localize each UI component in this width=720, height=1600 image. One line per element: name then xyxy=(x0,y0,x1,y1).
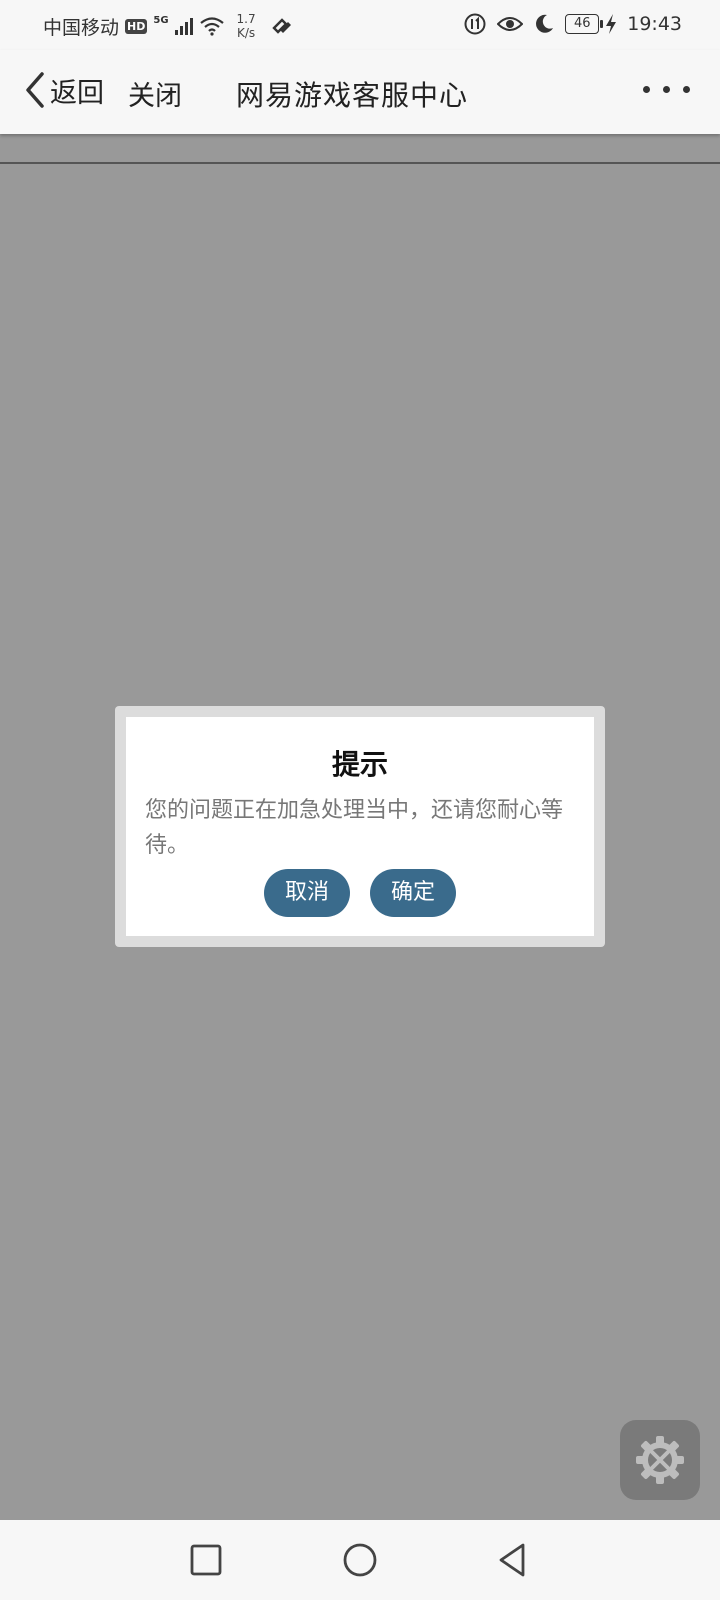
more-dot-icon xyxy=(643,86,650,93)
dialog-buttons: 取消 确定 xyxy=(126,869,594,917)
cancel-button[interactable]: 取消 xyxy=(264,869,350,917)
speed-unit: K/s xyxy=(236,26,256,40)
back-label: 返回 xyxy=(50,77,104,109)
network-speed: 1.7 K/s xyxy=(237,12,256,40)
status-left: 中国移动 HD 5G 1.7 K/s xyxy=(43,12,294,40)
page-title: 网易游戏客服中心 xyxy=(236,79,469,112)
system-back-button[interactable] xyxy=(493,1540,533,1580)
close-button[interactable]: 关闭 xyxy=(128,74,182,113)
dialog-title: 提示 xyxy=(331,748,388,781)
confirm-button[interactable]: 确定 xyxy=(370,869,456,917)
floating-tools-button[interactable] xyxy=(620,1420,700,1500)
system-navigation-bar xyxy=(0,1520,720,1600)
more-options-button[interactable] xyxy=(643,86,690,93)
recent-apps-button[interactable] xyxy=(186,1540,226,1580)
navigation-bar: 返回 关闭 网易游戏客服中心 xyxy=(0,50,720,134)
app-notification-icon xyxy=(271,18,291,34)
status-bar: 中国移动 HD 5G 1.7 K/s 46 19:43 xyxy=(0,0,720,50)
signal-icon xyxy=(174,17,193,35)
moon-icon xyxy=(536,14,554,33)
back-button[interactable]: 返回 xyxy=(22,70,104,110)
more-dot-icon xyxy=(663,86,670,93)
dialog-body: 提示 您的问题正在加急处理当中，还请您耐心等待。 取消 确定 xyxy=(126,717,594,936)
alert-dialog: 提示 您的问题正在加急处理当中，还请您耐心等待。 取消 确定 xyxy=(115,706,605,947)
more-dot-icon xyxy=(683,86,690,93)
dialog-message: 您的问题正在加急处理当中，还请您耐心等待。 xyxy=(145,798,564,858)
loading-progress-line xyxy=(0,162,720,164)
carrier-name: 中国移动 xyxy=(43,16,120,39)
battery-icon: 46 xyxy=(565,14,604,34)
square-icon xyxy=(190,1544,222,1576)
home-button[interactable] xyxy=(340,1540,380,1580)
settings-gear-tools-icon xyxy=(636,1436,684,1484)
chevron-left-icon xyxy=(26,72,44,108)
clock: 19:43 xyxy=(627,13,682,35)
hd-badge: HD xyxy=(125,18,148,34)
circle-icon xyxy=(343,1543,377,1577)
triangle-back-icon xyxy=(499,1543,525,1577)
data-saver-icon xyxy=(464,13,486,35)
wifi-icon xyxy=(199,17,224,36)
charging-icon xyxy=(606,14,617,34)
speed-value: 1.7 xyxy=(236,12,256,26)
network-type: 5G xyxy=(153,14,169,26)
status-right: 46 19:43 xyxy=(463,12,682,36)
eye-comfort-icon xyxy=(497,17,524,31)
